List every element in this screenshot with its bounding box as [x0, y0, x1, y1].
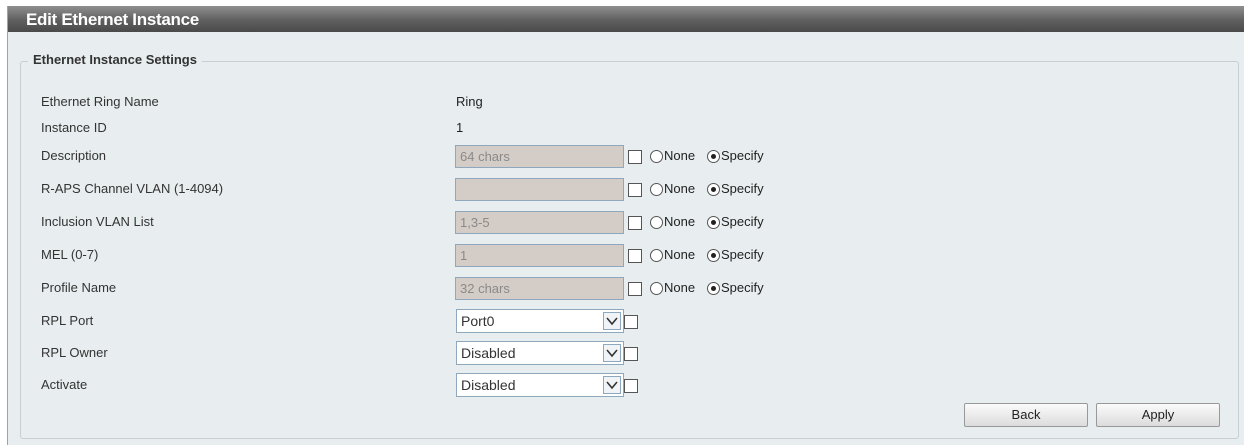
inclusion-vlan-specify-label: Specify	[721, 214, 764, 229]
edit-ethernet-instance-panel: Edit Ethernet Instance Ethernet Instance…	[7, 6, 1244, 445]
raps-vlan-specify-label: Specify	[721, 181, 764, 196]
raps-vlan-none-radio[interactable]	[650, 183, 663, 196]
mel-label: MEL (0-7)	[41, 247, 99, 262]
activate-selected: Disabled	[461, 377, 516, 393]
rpl-owner-label: RPL Owner	[41, 345, 108, 360]
mel-input[interactable]: 1	[455, 244, 624, 267]
rpl-owner-checkbox[interactable]	[624, 347, 638, 361]
profile-name-checkbox[interactable]	[628, 282, 642, 296]
inclusion-vlan-none-label: None	[664, 214, 696, 229]
profile-name-none-radio[interactable]	[650, 282, 663, 295]
ring-name-label: Ethernet Ring Name	[41, 94, 159, 109]
activate-label: Activate	[41, 377, 88, 392]
description-none-radio[interactable]	[650, 150, 663, 163]
description-specify-radio[interactable]	[707, 150, 720, 163]
rpl-port-selected: Port0	[461, 313, 495, 329]
mel-specify-radio[interactable]	[707, 249, 720, 262]
inclusion-vlan-label: Inclusion VLAN List	[41, 214, 154, 229]
description-specify-label: Specify	[721, 148, 764, 163]
profile-name-specify-radio[interactable]	[707, 282, 720, 295]
page-title: Edit Ethernet Instance	[26, 10, 199, 29]
mel-checkbox[interactable]	[628, 249, 642, 263]
inclusion-vlan-checkbox[interactable]	[628, 216, 642, 230]
chevron-down-icon[interactable]	[603, 344, 621, 362]
profile-name-label: Profile Name	[41, 280, 117, 295]
instance-id-label: Instance ID	[41, 120, 107, 135]
apply-button[interactable]: Apply	[1096, 403, 1220, 427]
inclusion-vlan-input[interactable]: 1,3-5	[455, 211, 624, 234]
inclusion-vlan-none-radio[interactable]	[650, 216, 663, 229]
profile-name-none-label: None	[664, 280, 696, 295]
raps-vlan-label: R-APS Channel VLAN (1-4094)	[41, 181, 224, 196]
activate-select[interactable]: Disabled	[456, 373, 624, 397]
chevron-down-icon[interactable]	[603, 376, 621, 394]
raps-vlan-input[interactable]	[455, 178, 624, 201]
description-input[interactable]: 64 chars	[455, 145, 624, 168]
activate-checkbox[interactable]	[624, 379, 638, 393]
chevron-down-icon[interactable]	[603, 312, 621, 330]
rpl-port-label: RPL Port	[41, 313, 94, 328]
rpl-owner-select[interactable]: Disabled	[456, 341, 624, 365]
ring-name-value: Ring	[456, 94, 483, 109]
inclusion-vlan-specify-radio[interactable]	[707, 216, 720, 229]
profile-name-specify-label: Specify	[721, 280, 764, 295]
instance-id-value: 1	[456, 120, 464, 135]
title-bar: Edit Ethernet Instance	[8, 6, 1244, 32]
mel-none-radio[interactable]	[650, 249, 663, 262]
description-checkbox[interactable]	[628, 150, 642, 164]
mel-specify-label: Specify	[721, 247, 764, 262]
raps-vlan-none-label: None	[664, 181, 696, 196]
description-label: Description	[41, 148, 107, 163]
raps-vlan-specify-radio[interactable]	[707, 183, 720, 196]
back-button[interactable]: Back	[964, 403, 1088, 427]
settings-legend: Ethernet Instance Settings	[28, 52, 202, 67]
description-none-label: None	[664, 148, 696, 163]
rpl-owner-selected: Disabled	[461, 345, 516, 361]
profile-name-input[interactable]: 32 chars	[455, 277, 624, 300]
raps-vlan-checkbox[interactable]	[628, 183, 642, 197]
mel-none-label: None	[664, 247, 696, 262]
rpl-port-select[interactable]: Port0	[456, 309, 624, 333]
rpl-port-checkbox[interactable]	[624, 315, 638, 329]
